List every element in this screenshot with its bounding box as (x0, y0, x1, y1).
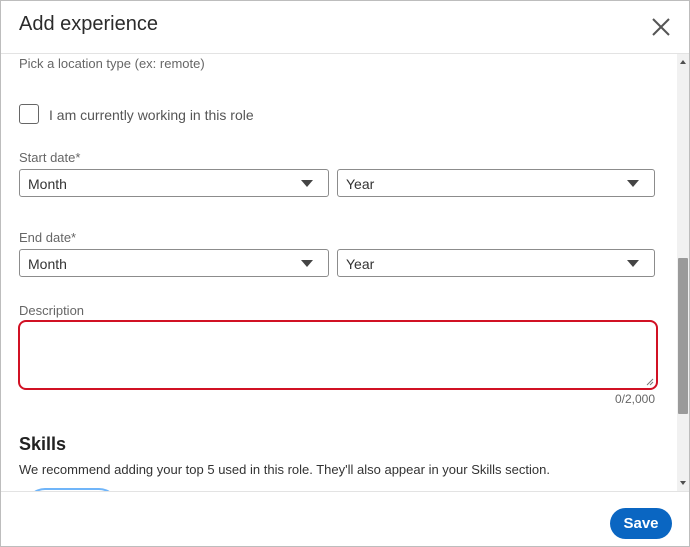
chevron-down-icon (301, 260, 313, 267)
start-month-select[interactable]: Month (19, 169, 329, 197)
end-year-select[interactable]: Year (337, 249, 655, 277)
scrollbar-thumb[interactable] (678, 258, 688, 414)
end-month-select[interactable]: Month (19, 249, 329, 277)
skills-section-description: We recommend adding your top 5 used in t… (19, 462, 550, 477)
end-month-value: Month (28, 256, 67, 272)
add-experience-dialog: Add experience Pick a location type (ex:… (0, 0, 690, 547)
chevron-down-icon (627, 180, 639, 187)
end-year-value: Year (346, 256, 375, 272)
scrollbar[interactable] (677, 54, 689, 491)
resize-handle-icon[interactable] (646, 378, 654, 386)
start-year-select[interactable]: Year (337, 169, 655, 197)
start-date-label: Start date* (19, 150, 81, 165)
form-scroll-area[interactable]: Pick a location type (ex: remote) I am c… (1, 54, 677, 491)
description-label: Description (19, 303, 85, 318)
scroll-up-arrow-icon[interactable] (680, 60, 686, 64)
close-icon (652, 18, 670, 36)
current-role-checkbox[interactable] (19, 104, 39, 124)
dialog-title: Add experience (19, 13, 158, 35)
end-date-label: End date* (19, 230, 77, 245)
chevron-down-icon (301, 180, 313, 187)
close-button[interactable] (649, 15, 673, 39)
current-role-label[interactable]: I am currently working in this role (49, 107, 254, 123)
chevron-down-icon (627, 260, 639, 267)
scroll-down-arrow-icon[interactable] (680, 481, 686, 485)
dialog-header: Add experience (1, 1, 689, 54)
start-year-value: Year (346, 176, 375, 192)
description-textarea[interactable] (18, 320, 658, 390)
skills-section-title: Skills (19, 434, 67, 454)
start-month-value: Month (28, 176, 67, 192)
location-type-hint: Pick a location type (ex: remote) (19, 56, 205, 71)
save-button[interactable]: Save (610, 508, 672, 539)
description-char-counter: 0/2,000 (614, 392, 655, 406)
dialog-footer: Save (1, 491, 689, 546)
